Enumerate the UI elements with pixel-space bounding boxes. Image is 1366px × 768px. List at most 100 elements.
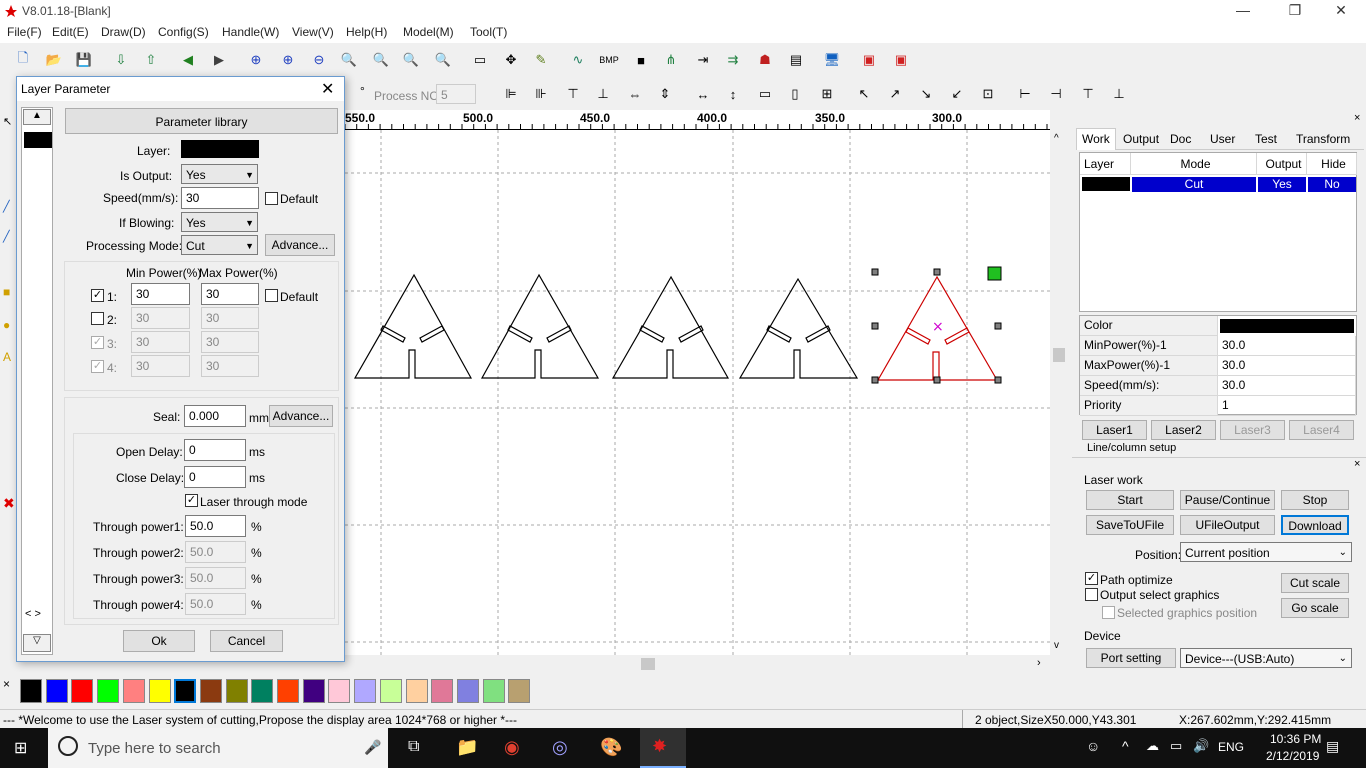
menu-config[interactable]: Config(S) [158,25,209,39]
zoom-in-icon[interactable]: ⊕ [277,49,299,71]
layer-list-item[interactable] [24,132,52,148]
palette-close-icon[interactable]: × [3,677,10,691]
output-icon[interactable]: ⇉ [722,49,744,71]
same-height-icon[interactable]: ↕ [722,83,744,105]
tab-user[interactable]: User [1210,132,1235,146]
redo-icon[interactable]: ▶ [208,49,230,71]
seal-advance-button[interactable]: Advance... [269,405,333,427]
menu-model[interactable]: Model(M) [403,25,454,39]
microphone-icon[interactable]: 🎤 [364,739,381,756]
move-top-right-icon[interactable]: ↗ [884,83,906,105]
align-right-icon[interactable]: ⊪ [530,83,552,105]
vertical-scrollbar[interactable]: ^ v [1050,130,1068,655]
palette-swatch[interactable] [431,679,454,703]
power2-checkbox[interactable] [91,312,104,325]
array-icon[interactable]: ⋔ [660,49,682,71]
v-scroll-thumb[interactable] [1053,348,1065,362]
palette-swatch[interactable] [482,679,505,703]
menu-handle[interactable]: Handle(W) [222,25,279,39]
dialog-close-icon[interactable]: ✕ [321,79,334,99]
prop-color-swatch[interactable] [1220,319,1354,333]
move-bottom-right-icon[interactable]: ↘ [915,83,937,105]
laser-panel-close-icon[interactable]: × [1354,458,1360,470]
people-icon[interactable]: ☺ [1086,738,1100,754]
palette-swatch[interactable] [97,679,120,703]
through-power3-input[interactable]: 50.0 [185,567,246,589]
center-v-icon[interactable]: ⇕ [654,83,676,105]
windows-start-icon[interactable]: ⊞ [14,738,27,758]
align-bottom-icon[interactable]: ⊥ [592,83,614,105]
palette-swatch[interactable] [45,679,68,703]
menu-tool[interactable]: Tool(T) [470,25,507,39]
ellipse-tool-icon[interactable]: ● [3,318,10,332]
monitor-icon[interactable]: 🖥 [821,49,843,71]
palette-swatch[interactable] [122,679,145,703]
palette-swatch[interactable] [251,679,274,703]
delete-tool-icon[interactable]: ✖ [3,495,15,512]
selected-position-checkbox[interactable] [1102,606,1115,619]
process-no-input[interactable]: 5 [436,84,476,104]
palette-swatch[interactable] [225,679,248,703]
save-icon[interactable]: 💾 [73,49,95,71]
power4-checkbox[interactable]: ✓ [91,360,104,373]
tab-doc[interactable]: Doc [1170,132,1191,146]
position-select[interactable]: Current position ⌄ [1180,542,1352,562]
tab-work[interactable]: Work [1076,128,1116,150]
volume-icon[interactable]: 🔊 [1193,738,1209,754]
pause-continue-button[interactable]: Pause/Continue [1180,490,1275,510]
seal-input[interactable]: 0.000 [184,405,246,427]
same-size-v-icon[interactable]: ▯ [784,83,806,105]
chrome-icon[interactable]: ◉ [504,737,520,758]
list-scroll-icon[interactable]: < > [25,608,41,620]
move-center-icon[interactable]: ⊡ [977,83,999,105]
go-scale-button[interactable]: Go scale [1281,598,1349,618]
menu-draw[interactable]: Draw(D) [101,25,146,39]
menu-help[interactable]: Help(H) [346,25,387,39]
left-edge-icon[interactable]: ⊢ [1014,83,1036,105]
blowing-select[interactable]: Yes ▼ [181,212,258,232]
bottom-edge-icon[interactable]: ⊥ [1108,83,1130,105]
move-top-left-icon[interactable]: ↖ [853,83,875,105]
close-window-icon[interactable]: ✕ [1326,2,1356,19]
prop-minpower-value[interactable]: 30.0 [1218,336,1356,356]
palette-swatch[interactable] [302,679,325,703]
power-default-checkbox[interactable] [265,289,278,302]
laser1-tab[interactable]: Laser1 [1082,420,1147,440]
align-top-icon[interactable]: ⊤ [562,83,584,105]
menu-view[interactable]: View(V) [292,25,334,39]
frame-preview-icon[interactable]: ▣ [890,49,912,71]
palette-swatch[interactable] [456,679,479,703]
restore-icon[interactable]: ❐ [1280,2,1310,19]
minimize-icon[interactable]: — [1228,2,1258,18]
node-edit-icon[interactable]: ✥ [500,49,522,71]
center-h-icon[interactable]: ⇔ [624,83,646,105]
power2-min-input[interactable]: 30 [131,307,190,329]
power4-min-input[interactable]: 30 [131,355,190,377]
prop-maxpower-value[interactable]: 30.0 [1218,356,1356,376]
ok-button[interactable]: Ok [123,630,195,652]
select-tool-icon[interactable]: ▭ [469,49,491,71]
rect-tool-icon[interactable]: ■ [3,285,10,299]
open-folder-icon[interactable]: 📂 [43,49,65,71]
palette-swatch[interactable] [379,679,402,703]
grid-icon[interactable]: ⊞ [816,83,838,105]
drawing-canvas[interactable]: × [345,130,1050,655]
rectangle-icon[interactable]: ■ [630,49,652,71]
paint-icon[interactable]: 🎨 [600,737,622,758]
cloud-icon[interactable]: ☁ [1146,738,1159,754]
laser-head-icon[interactable]: ☗ [754,49,776,71]
frame-icon[interactable]: ▣ [858,49,880,71]
export-icon[interactable]: ⇧ [140,49,162,71]
layer-row-output[interactable]: Yes [1258,177,1306,192]
line-column-setup[interactable]: Line/column setup [1087,442,1176,454]
palette-swatch[interactable] [508,679,531,703]
polyline-tool-icon[interactable]: ╱ [3,230,10,243]
is-output-select[interactable]: Yes ▼ [181,164,258,184]
arrow-tool-icon[interactable]: ↖ [3,115,12,128]
align-left-icon[interactable]: ⊫ [500,83,522,105]
notification-icon[interactable]: ▤ [1326,738,1339,755]
power1-checkbox[interactable]: ✓ [91,289,104,302]
cancel-button[interactable]: Cancel [210,630,283,652]
document-icon[interactable]: ▤ [785,49,807,71]
speed-input[interactable]: 30 [181,187,259,209]
